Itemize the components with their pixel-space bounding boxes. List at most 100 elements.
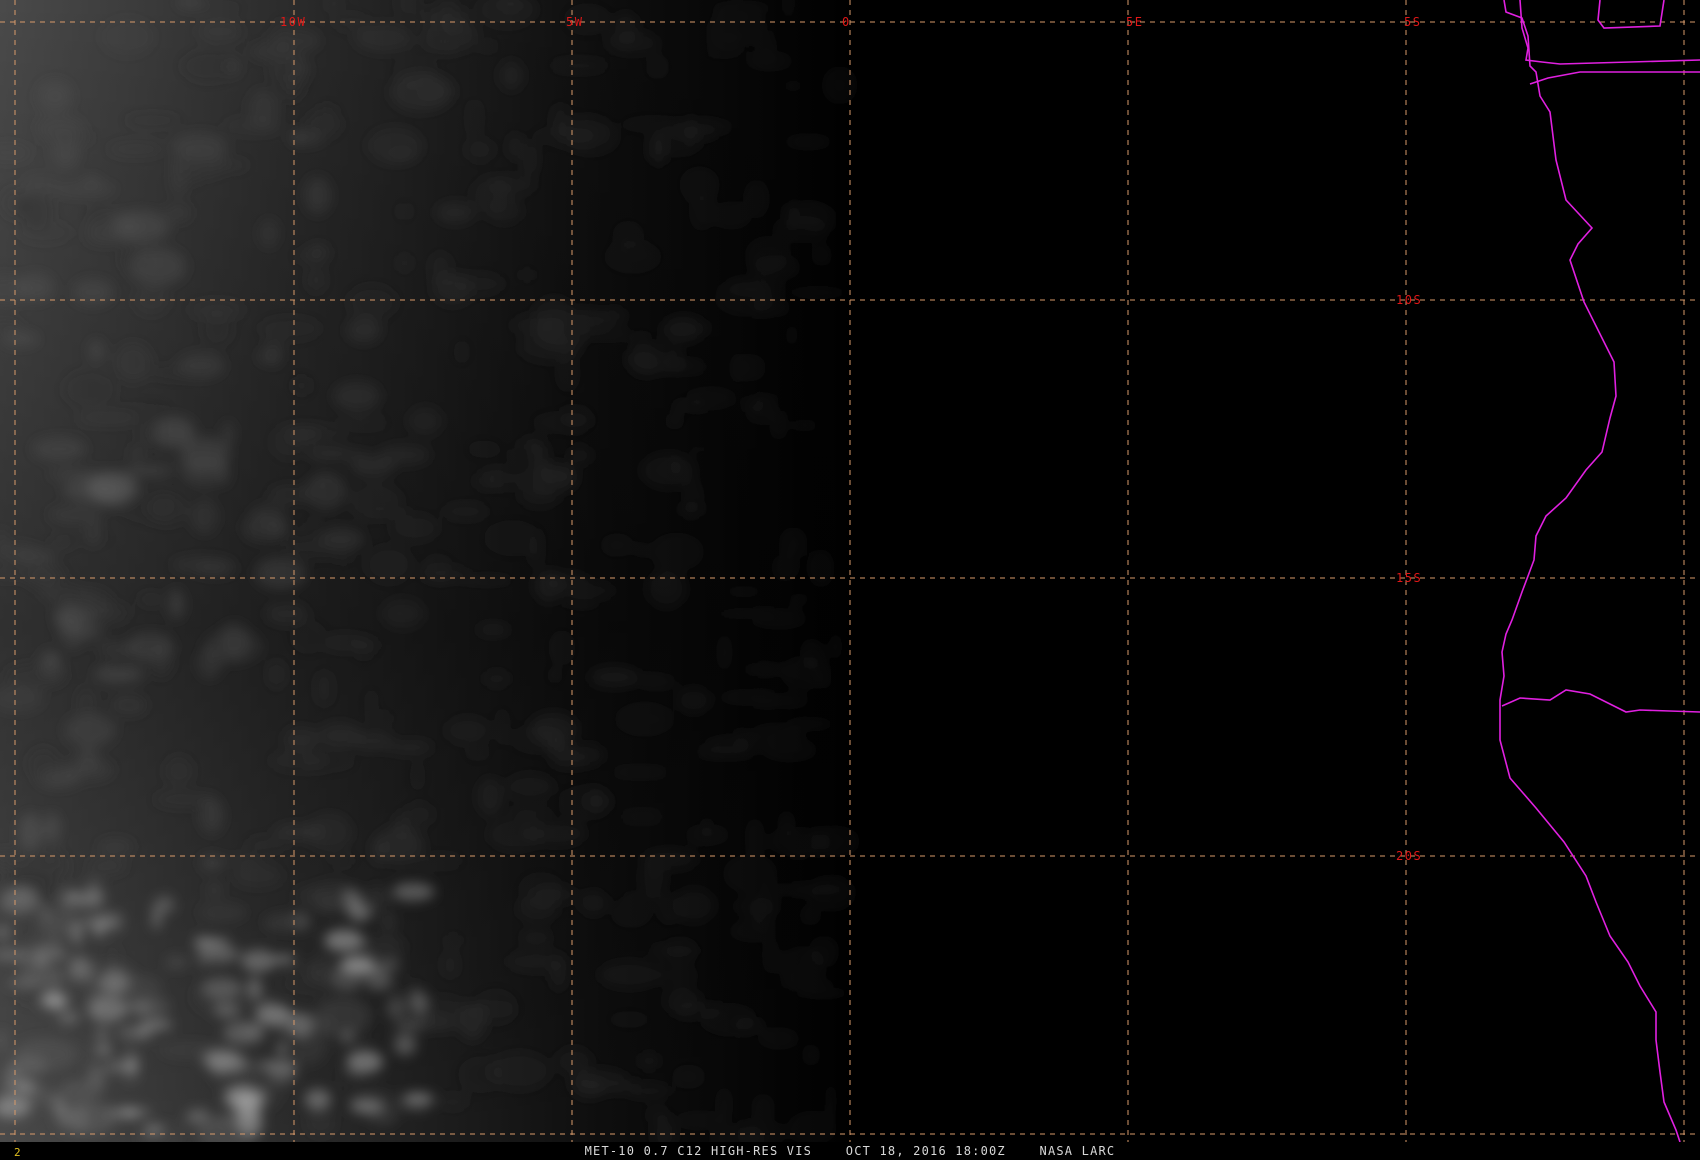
cloud-patch bbox=[769, 410, 789, 441]
cloud-patch bbox=[742, 179, 770, 219]
cloud-patch bbox=[714, 279, 777, 317]
cloud-patch bbox=[292, 132, 324, 145]
cloud-patch bbox=[783, 79, 803, 93]
cloud-patch bbox=[464, 744, 491, 762]
country-border-cabinda bbox=[1597, 0, 1665, 29]
cloud-patch bbox=[487, 818, 542, 851]
cloud-patch bbox=[811, 673, 832, 689]
cloud-patch bbox=[790, 419, 819, 432]
cloud-patch bbox=[71, 920, 83, 946]
cloud-patch bbox=[16, 273, 55, 302]
cloud-patch bbox=[518, 485, 560, 508]
cloud-patch bbox=[778, 527, 808, 560]
cloud-patch bbox=[97, 643, 144, 655]
cloud-patch bbox=[304, 1089, 331, 1110]
cloud-patch bbox=[508, 132, 522, 161]
cloud-patch bbox=[688, 444, 711, 455]
cloud-patch bbox=[350, 1098, 384, 1114]
cloud-patch bbox=[332, 381, 381, 412]
cloud-patch bbox=[132, 1003, 152, 1013]
cloud-patch bbox=[678, 501, 704, 518]
cloud-patch bbox=[107, 402, 171, 414]
cloud-patch bbox=[49, 468, 104, 480]
cloud-patch bbox=[646, 570, 687, 609]
africa-coastline bbox=[1499, 0, 1681, 1143]
cloud-patch bbox=[654, 963, 700, 988]
cloud-patch bbox=[5, 979, 48, 987]
cloud-patch bbox=[149, 366, 205, 379]
cloud-patch bbox=[4, 664, 67, 687]
cloud-patch bbox=[88, 997, 127, 1023]
country-border-upper bbox=[1529, 71, 1700, 85]
cloud-patch bbox=[811, 244, 833, 267]
cloud-patch bbox=[76, 412, 141, 425]
cloud-patch bbox=[256, 1084, 269, 1108]
cloud-patch bbox=[505, 773, 555, 800]
cloud-patch bbox=[244, 836, 289, 853]
cloud-patch bbox=[588, 666, 640, 688]
cloud-patch bbox=[762, 937, 780, 975]
cloud-patch bbox=[277, 33, 322, 51]
cloud-patch bbox=[57, 1010, 80, 1025]
cloud-patch bbox=[117, 1025, 145, 1040]
cloud-patch bbox=[372, 837, 385, 865]
cloud-patch bbox=[610, 767, 671, 778]
cloud-patch bbox=[305, 1107, 336, 1137]
cloud-patch bbox=[801, 1043, 821, 1067]
cloud-patch bbox=[328, 855, 356, 867]
cloud-patch bbox=[519, 268, 535, 281]
cloud-patch bbox=[785, 324, 798, 347]
cloud-patch bbox=[364, 687, 379, 720]
cloud-patch bbox=[390, 513, 439, 542]
cloud-patch bbox=[364, 968, 392, 991]
cloud-patch bbox=[422, 553, 453, 582]
lat-label-20s: 20S bbox=[1396, 849, 1422, 863]
cloud-patch bbox=[505, 951, 568, 972]
cloud-patch bbox=[395, 1021, 424, 1029]
cloud-patch bbox=[650, 129, 669, 169]
cloud-patch bbox=[453, 339, 471, 365]
cloud-patch bbox=[95, 1044, 112, 1056]
cloud-patch bbox=[43, 812, 61, 844]
cloud-patch bbox=[42, 991, 67, 1010]
cloud-patch bbox=[347, 285, 397, 320]
cloud-patch bbox=[437, 1094, 469, 1110]
cloud-patch bbox=[458, 1056, 504, 1094]
cloud-patch bbox=[77, 686, 96, 721]
cloud-patch bbox=[757, 664, 797, 675]
cloud-patch bbox=[274, 824, 324, 840]
cloud-patch bbox=[268, 660, 285, 689]
cloud-patch bbox=[53, 182, 117, 197]
cloud-patch bbox=[467, 99, 482, 137]
cloud-patch bbox=[791, 882, 847, 896]
cloud-patch bbox=[254, 556, 307, 590]
cloud-patch bbox=[32, 437, 86, 461]
cloud-patch bbox=[18, 813, 42, 850]
cloud-patch bbox=[529, 712, 578, 745]
cloud-patch bbox=[266, 338, 283, 368]
cloud-patch bbox=[107, 141, 165, 157]
cloud-patch bbox=[294, 250, 320, 262]
cloud-patch bbox=[429, 251, 452, 287]
cloud-patch bbox=[618, 810, 665, 823]
cloud-patch bbox=[409, 760, 426, 792]
cloud-patch bbox=[394, 811, 410, 841]
cloud-patch bbox=[268, 53, 312, 88]
cloud-patch bbox=[829, 632, 843, 661]
cloud-patch bbox=[376, 960, 402, 969]
cloud-patch bbox=[558, 784, 614, 820]
cloud-patch bbox=[745, 235, 791, 273]
cloud-patch bbox=[303, 519, 321, 530]
cloud-patch bbox=[73, 1106, 87, 1131]
cloud-patch bbox=[314, 898, 342, 913]
cloud-patch bbox=[697, 51, 748, 61]
cloud-patch bbox=[405, 802, 434, 827]
cloud-patch bbox=[493, 706, 511, 747]
cloud-patch bbox=[179, 437, 230, 474]
cloud-patch bbox=[505, 448, 524, 463]
cloud-patch bbox=[48, 506, 103, 524]
cloud-patch bbox=[380, 911, 397, 933]
cloud-patch bbox=[273, 1010, 307, 1037]
cloud-patch bbox=[277, 1042, 288, 1056]
cloud-patch bbox=[533, 310, 591, 350]
